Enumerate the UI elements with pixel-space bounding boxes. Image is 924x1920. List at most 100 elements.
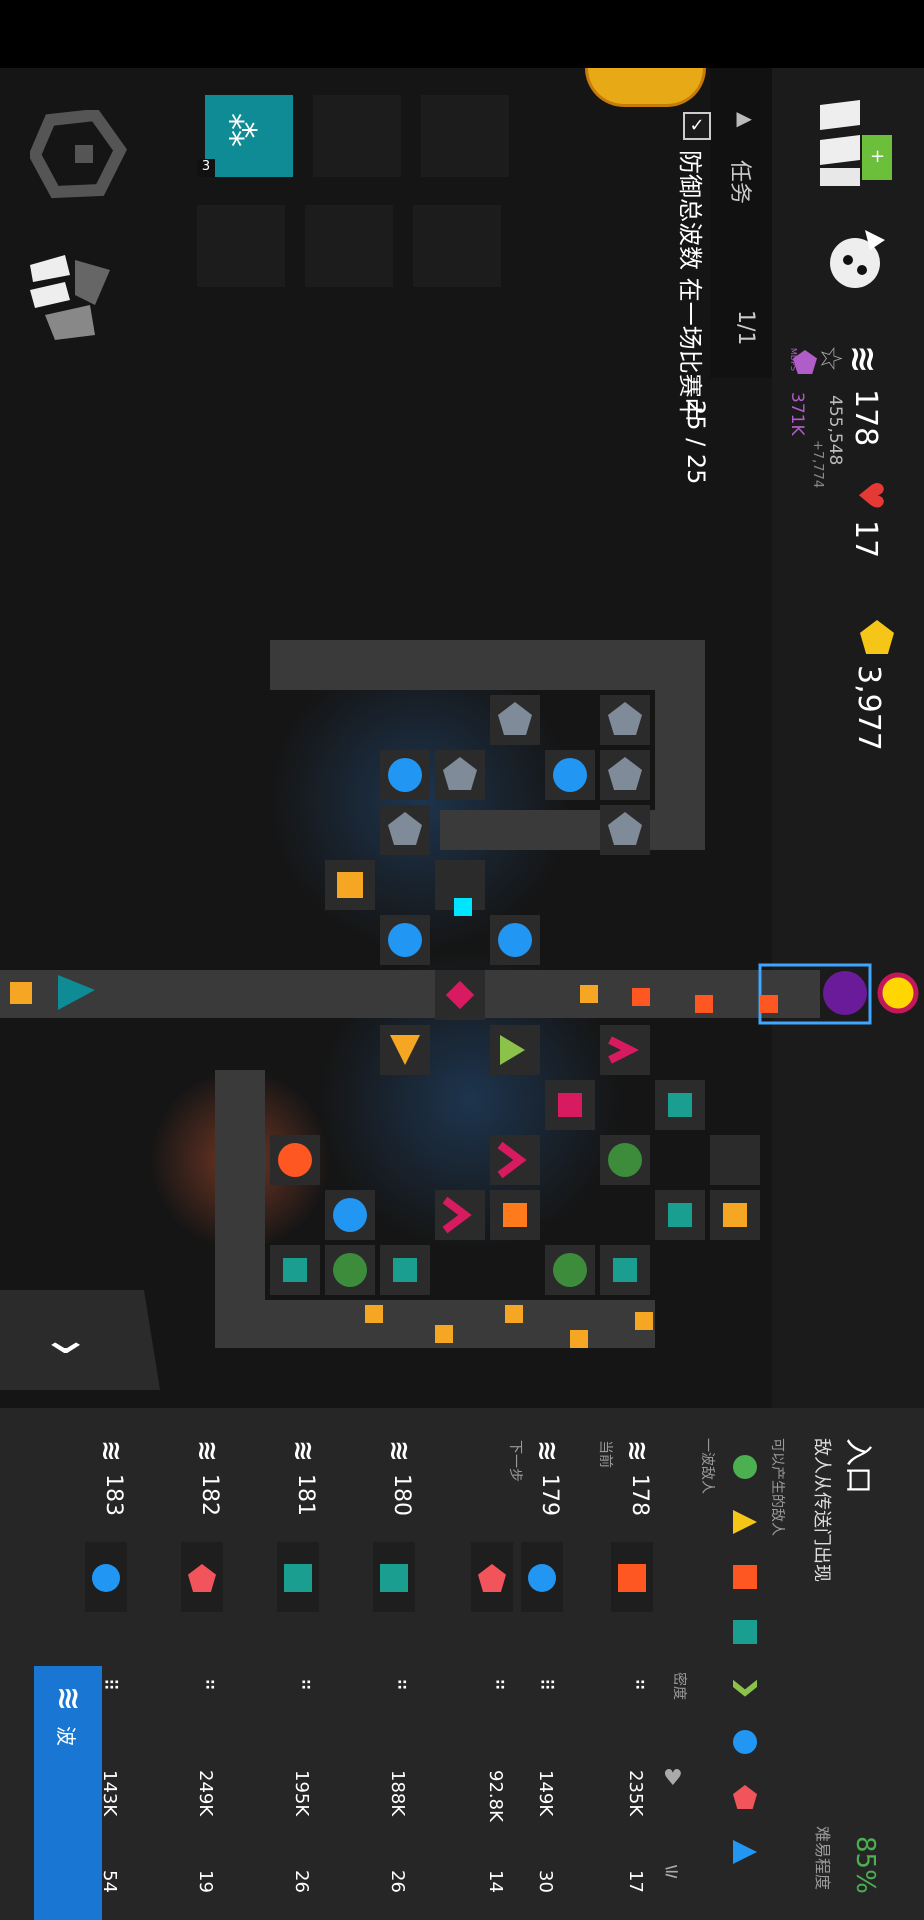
ability-slot-6[interactable]: [413, 205, 501, 287]
wave-row-icon: ≋: [622, 1440, 652, 1462]
heart-icon: ♥: [850, 480, 890, 511]
game-logo-icon: +: [820, 100, 892, 186]
wave-row-number: 183: [101, 1474, 126, 1516]
wave-row-icon: ≋: [532, 1440, 562, 1462]
wave-row-count: 30: [535, 1870, 556, 1893]
ability-slot-4[interactable]: [197, 205, 285, 287]
difficulty-label: 难易程度: [813, 1826, 832, 1891]
wave-row-181: ≋ 181 ⠛ 195K 26: [274, 1430, 322, 1920]
mdps-label: MDPS: [789, 348, 798, 371]
difficulty-value: 85%: [850, 1836, 880, 1894]
wave-row-count: 19: [195, 1870, 216, 1893]
ability-slot-5[interactable]: [305, 205, 393, 287]
wave-row-hp: 149K: [535, 1770, 556, 1817]
gold-reward-icon: [585, 68, 706, 107]
wave-row-icon: ≋: [384, 1440, 414, 1462]
wave-row-number: 182: [197, 1474, 222, 1516]
settings-hex-icon[interactable]: [30, 110, 130, 200]
density-label: 密度: [671, 1672, 687, 1700]
svg-text:+: +: [870, 146, 885, 167]
ability-slot-3[interactable]: [421, 95, 509, 177]
panel-toggle-button[interactable]: ⌄: [0, 1290, 160, 1390]
wave-row-count: 26: [387, 1870, 408, 1893]
portal-title: 入口: [842, 1438, 875, 1495]
enemy-triangle-yellow-icon: [733, 1510, 757, 1534]
game-screen: 62 + ≋ 178 ☆ 455,548 +7,774 MDPS 371K ♥ …: [0, 0, 924, 1920]
quest-title: 任务: [727, 160, 752, 205]
enemy-chevron-green-icon: [733, 1679, 757, 1697]
enemy-type-list: [730, 1455, 760, 1875]
health-header-icon: ♥: [663, 1766, 683, 1791]
abilities-icon[interactable]: [15, 250, 125, 345]
call-wave-button[interactable]: ≋ 波: [34, 1666, 102, 1920]
wave-row-hp: 143K: [99, 1770, 120, 1817]
enemy-square-orange-icon: [618, 1564, 646, 1592]
wave-row-count: 26: [291, 1870, 312, 1893]
ability-slot-2[interactable]: [313, 95, 401, 177]
enemy-triangle-blue-icon: [733, 1840, 757, 1864]
lives-value: 17: [848, 520, 883, 559]
enemy-circle-blue-icon: [92, 1564, 120, 1592]
wave-row-hp: 235K: [625, 1770, 646, 1817]
quest-count: 1/1: [733, 310, 758, 346]
enemy-circle-blue-icon: [733, 1730, 757, 1754]
status-bar: [0, 0, 924, 68]
density-icon: ⠛: [625, 1678, 646, 1692]
count-header-icon: ⚟: [663, 1860, 681, 1884]
wave-row-180: ≋ 180 ⠛ 188K 26: [370, 1430, 418, 1920]
wave-row-hp: 195K: [291, 1770, 312, 1817]
wave-icon: ≋: [843, 345, 883, 374]
wave-counter: ≋ 178: [843, 345, 885, 455]
density-icon: ⠛: [195, 1678, 216, 1692]
wave-row-count: 54: [99, 1870, 120, 1893]
enemy-square-teal-icon: [733, 1620, 757, 1644]
game-map[interactable]: [0, 600, 924, 1400]
score-delta: +7,774: [810, 440, 825, 489]
wave-row-179: ≋ 179 下一步 ⠿ 149K 30 ⠛ 92.8K 14: [466, 1430, 566, 1920]
wave-row-count: 17: [625, 1870, 646, 1893]
density-icon: ⠛: [387, 1678, 408, 1692]
ability-count: 3: [197, 159, 215, 177]
score-value: 455,548: [825, 395, 845, 466]
wave-row-182: ≋ 182 ⠛ 249K 19: [178, 1430, 226, 1920]
wave-icon: ≋: [51, 1686, 86, 1712]
density-icon: ⠛: [485, 1678, 506, 1692]
burst-icon: ⁂: [221, 113, 261, 147]
enemy-pentagon-red-icon: [733, 1785, 757, 1809]
wave-row-hp: 249K: [195, 1770, 216, 1817]
wave-row-hp-2: 92.8K: [485, 1770, 506, 1822]
ability-slot-1[interactable]: ⁂ 3: [197, 95, 293, 177]
enemy-circle-blue-icon: [528, 1564, 556, 1592]
star-icon: ☆: [813, 345, 848, 372]
mdps-value: 371K: [787, 392, 807, 436]
enemy-square-teal-icon: [380, 1564, 408, 1592]
enemy-square-teal-icon: [284, 1564, 312, 1592]
wave-row-number: 179: [537, 1474, 562, 1516]
wave-row-178: ≋ 178 当前 ⠛ 235K 17: [597, 1430, 656, 1920]
quest-text: 防御总波数 在一场比赛中: [676, 150, 704, 422]
wave-row-tag: 当前: [597, 1440, 613, 1468]
can-spawn-label: 可以产生的敌人: [769, 1438, 785, 1536]
wave-row-icon: ≋: [192, 1440, 222, 1462]
density-icon: ⠿: [535, 1678, 556, 1692]
wave-number: 178: [848, 389, 883, 447]
wave-row-number: 180: [389, 1474, 414, 1516]
wave-row-icon: ≋: [288, 1440, 318, 1462]
density-icon: ⠛: [291, 1678, 312, 1692]
wave-row-count-2: 14: [485, 1870, 506, 1893]
wave-row-tag: 下一步: [507, 1440, 523, 1482]
wave-row-number: 178: [627, 1474, 652, 1516]
enemy-square-orange-icon: [733, 1565, 757, 1589]
quest-progress: 25 / 25: [682, 400, 710, 485]
checkbox-checked-icon: ✓: [683, 112, 711, 140]
wave-row-icon: ≋: [96, 1440, 126, 1462]
call-wave-label: 波: [54, 1726, 78, 1746]
chevron-down-icon: ⌄: [37, 1314, 94, 1363]
skull-emblem-icon: [830, 230, 885, 288]
wave-row-number: 181: [293, 1474, 318, 1516]
wave-row-hp: 188K: [387, 1770, 408, 1817]
collapse-arrow-icon[interactable]: ▲: [734, 112, 758, 127]
density-icon: ⠿: [99, 1678, 120, 1692]
portal-subtitle: 敌人从传送门出现: [811, 1438, 832, 1582]
enemy-circle-green-icon: [733, 1455, 757, 1479]
